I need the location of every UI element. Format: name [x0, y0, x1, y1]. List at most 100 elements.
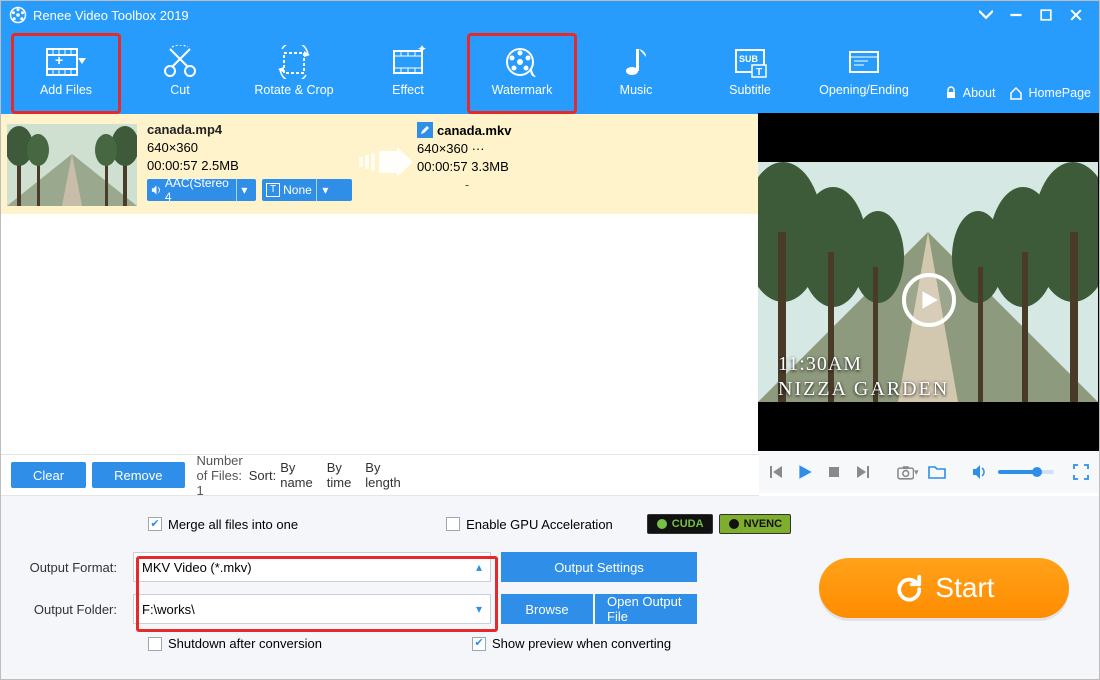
- toolbar-label: Rotate & Crop: [254, 83, 333, 97]
- homepage-link[interactable]: HomePage: [1009, 86, 1091, 100]
- fullscreen-button[interactable]: [1070, 461, 1091, 483]
- toolbar-add-files[interactable]: + Add Files: [11, 33, 121, 114]
- file-count-label: Number of Files: 1: [197, 453, 243, 498]
- checkbox-icon: [148, 517, 162, 531]
- preview-panel: 11:30AM NIZZA GARDEN ▾: [758, 113, 1099, 556]
- chevron-down-icon: ▾: [476, 602, 482, 616]
- output-folder-label: Output Folder:: [13, 602, 123, 617]
- output-format-select[interactable]: MKV Video (*.mkv) ▴: [133, 552, 491, 582]
- output-track-dash: -: [417, 177, 517, 192]
- rotate-crop-icon: [274, 45, 314, 79]
- output-format-value: MKV Video (*.mkv): [142, 560, 252, 575]
- dropdown-icon[interactable]: [971, 5, 1001, 25]
- toolbar-label: Music: [620, 83, 653, 97]
- clear-button[interactable]: Clear: [11, 462, 86, 488]
- sort-label: Sort:: [249, 468, 276, 483]
- cuda-badge: CUDA: [647, 514, 713, 534]
- nvenc-badge: NVENC: [719, 514, 792, 534]
- output-filename: canada.mkv: [437, 123, 511, 138]
- start-label: Start: [935, 572, 994, 604]
- checkbox-icon: [446, 517, 460, 531]
- input-duration-size: 00:00:57 2.5MB: [147, 158, 352, 173]
- input-filename: canada.mp4: [147, 122, 352, 137]
- sort-controls: Sort: By name By time By length: [249, 460, 401, 490]
- main-toolbar: + Add Files Cut Rotate & Crop ✦ Effect W…: [1, 29, 1099, 114]
- opening-ending-icon: [844, 45, 884, 79]
- toolbar-label: Cut: [170, 83, 189, 97]
- maximize-icon[interactable]: [1031, 5, 1061, 25]
- output-duration-size: 00:00:57 3.3MB: [417, 159, 667, 174]
- toolbar-label: Opening/Ending: [819, 83, 909, 97]
- home-icon: [1009, 86, 1023, 100]
- output-file-meta: canada.mkv 640×360 ··· 00:00:57 3.3MB -: [417, 122, 667, 192]
- input-file-meta: canada.mp4 640×360 00:00:57 2.5MB AAC(St…: [147, 122, 352, 201]
- add-files-icon: +: [44, 45, 88, 79]
- gpu-badges: CUDA NVENC: [647, 514, 791, 534]
- output-settings-button[interactable]: Output Settings: [501, 552, 697, 582]
- output-folder-select[interactable]: F:\works\ ▾: [133, 594, 491, 624]
- chevron-down-icon: ▾: [316, 179, 334, 201]
- show-preview-checkbox[interactable]: Show preview when converting: [472, 636, 671, 651]
- snapshot-button[interactable]: ▾: [897, 461, 919, 483]
- toolbar-watermark[interactable]: Watermark: [467, 33, 577, 114]
- toolbar-subtitle[interactable]: SUBT Subtitle: [695, 33, 805, 114]
- toolbar-rotate-crop[interactable]: Rotate & Crop: [239, 33, 349, 114]
- svg-text:+: +: [55, 52, 63, 68]
- refresh-icon: [893, 573, 923, 603]
- play-button[interactable]: [795, 461, 816, 483]
- play-overlay-button[interactable]: [902, 273, 956, 327]
- prev-button[interactable]: [766, 461, 787, 483]
- merge-label: Merge all files into one: [168, 517, 298, 532]
- close-icon[interactable]: [1061, 5, 1091, 25]
- browse-button[interactable]: Browse: [501, 594, 593, 624]
- subtitle-t-icon: T: [266, 183, 280, 197]
- open-output-file-button[interactable]: Open Output File: [595, 594, 697, 624]
- gpu-accel-checkbox[interactable]: Enable GPU Acceleration: [446, 517, 613, 532]
- sort-by-name[interactable]: By name: [280, 460, 313, 490]
- toolbar-label: Watermark: [492, 83, 553, 97]
- video-preview[interactable]: 11:30AM NIZZA GARDEN: [758, 113, 1099, 451]
- stop-button[interactable]: [824, 461, 845, 483]
- file-row[interactable]: canada.mp4 640×360 00:00:57 2.5MB AAC(St…: [1, 114, 759, 214]
- merge-files-checkbox[interactable]: Merge all files into one: [148, 517, 298, 532]
- subtitle-track-pill[interactable]: T None ▾: [262, 179, 352, 201]
- open-folder-button[interactable]: [927, 461, 948, 483]
- chevron-down-icon: ▾: [236, 179, 252, 201]
- minimize-icon[interactable]: [1001, 5, 1031, 25]
- subtitle-track-label: None: [283, 183, 312, 197]
- about-link[interactable]: About: [944, 86, 996, 100]
- list-actions-bar: Clear Remove Number of Files: 1 Sort: By…: [1, 454, 759, 496]
- start-button[interactable]: Start: [819, 558, 1069, 618]
- audio-track-label: AAC(Stereo 4: [165, 176, 232, 204]
- svg-text:SUB: SUB: [739, 54, 759, 64]
- effect-icon: ✦: [388, 45, 428, 79]
- toolbar-label: Subtitle: [729, 83, 771, 97]
- shutdown-checkbox[interactable]: Shutdown after conversion: [148, 636, 322, 651]
- subtitle-icon: SUBT: [730, 45, 770, 79]
- toolbar-music[interactable]: Music: [581, 33, 691, 114]
- next-button[interactable]: [852, 461, 873, 483]
- volume-slider[interactable]: [998, 470, 1055, 474]
- toolbar-cut[interactable]: Cut: [125, 33, 235, 114]
- conversion-arrow-icon: [352, 122, 417, 202]
- watermark-icon: [502, 45, 542, 79]
- edit-icon[interactable]: [417, 122, 433, 138]
- checkbox-icon: [148, 637, 162, 651]
- show-preview-label: Show preview when converting: [492, 636, 671, 651]
- file-thumbnail: [7, 124, 137, 206]
- about-label: About: [963, 86, 996, 100]
- audio-track-pill[interactable]: AAC(Stereo 4 ▾: [147, 179, 256, 201]
- sort-by-time[interactable]: By time: [327, 460, 352, 490]
- toolbar-effect[interactable]: ✦ Effect: [353, 33, 463, 114]
- toolbar-opening-ending[interactable]: Opening/Ending: [809, 33, 919, 114]
- lock-icon: [944, 86, 958, 100]
- player-controls: ▾: [758, 451, 1099, 493]
- toolbar-label: Add Files: [40, 83, 92, 97]
- sort-by-length[interactable]: By length: [365, 460, 400, 490]
- output-format-label: Output Format:: [13, 560, 123, 575]
- app-logo-icon: [9, 6, 27, 24]
- volume-button[interactable]: [969, 461, 990, 483]
- remove-button[interactable]: Remove: [92, 462, 184, 488]
- speaker-icon: [151, 184, 162, 196]
- preview-caption-time: 11:30AM: [778, 353, 862, 376]
